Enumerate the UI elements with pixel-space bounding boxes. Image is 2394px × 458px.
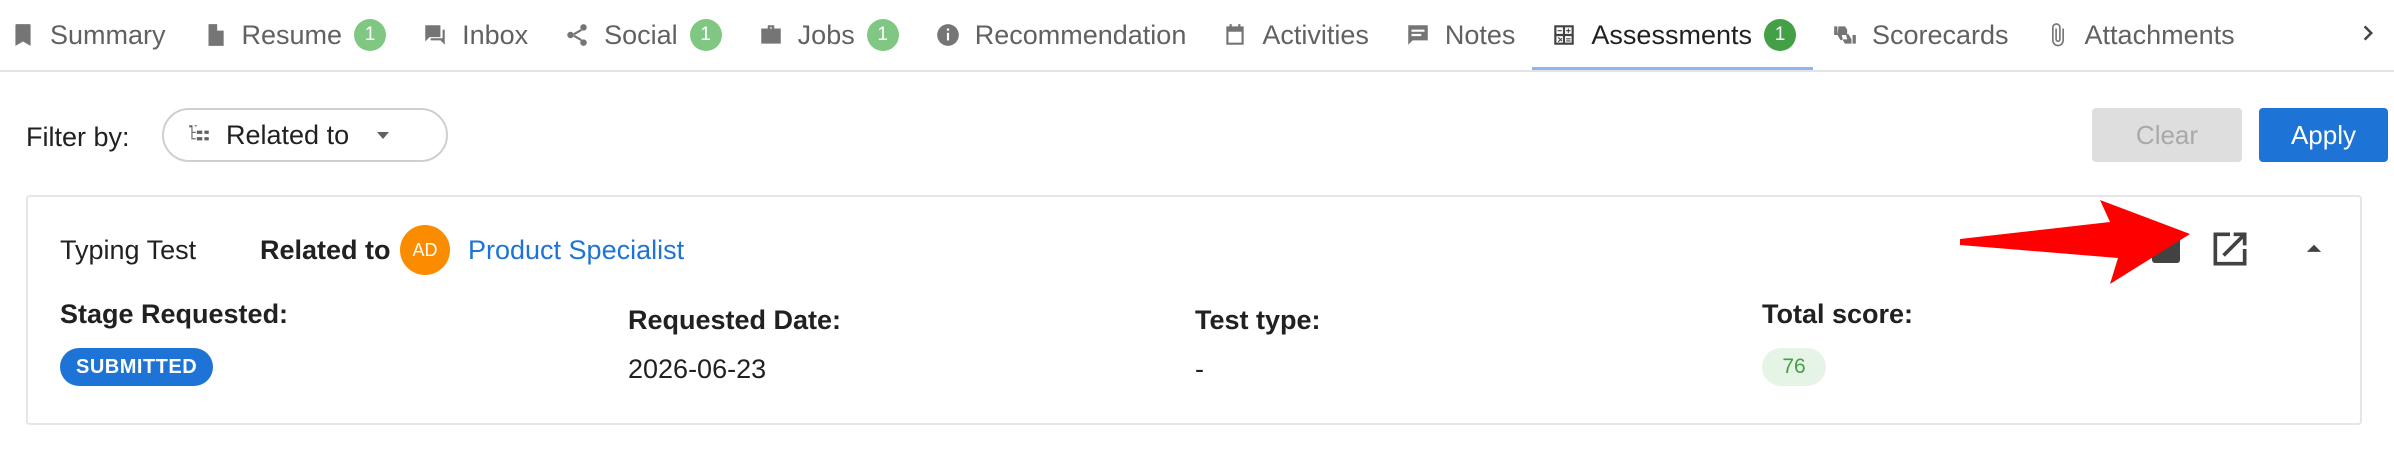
- filter-selected-value: Related to: [226, 119, 350, 150]
- tab-label: Recommendation: [974, 19, 1187, 50]
- related-job-link[interactable]: Product Specialist: [468, 235, 684, 266]
- tab-label: Scorecards: [1871, 19, 2009, 50]
- tab-label: Summary: [50, 19, 166, 50]
- filter-label: Filter by:: [26, 122, 130, 152]
- paperclip-icon: [2043, 20, 2073, 50]
- tab-summary[interactable]: Summary: [0, 0, 183, 70]
- tab-label: Assessments: [1591, 19, 1752, 50]
- count-badge: 1: [689, 19, 722, 51]
- field-label: Requested Date:: [628, 305, 842, 335]
- open-in-new-icon: [2213, 232, 2247, 266]
- tab-activities[interactable]: Activities: [1203, 0, 1386, 70]
- assessment-title: Typing Test: [60, 235, 197, 265]
- document-icon: [200, 20, 230, 50]
- field-label: Total score:: [1762, 299, 1914, 329]
- status-badge: SUBMITTED: [60, 348, 214, 386]
- bookmark-icon: [8, 20, 38, 50]
- info-icon: [933, 20, 963, 50]
- field-total-score: Total score: 76: [1762, 299, 1913, 386]
- field-label: Stage Requested:: [60, 299, 289, 329]
- tab-label: Resume: [241, 19, 343, 50]
- tab-label: Social: [604, 19, 678, 50]
- tab-label: Notes: [1444, 19, 1516, 50]
- tab-jobs[interactable]: Jobs 1: [739, 0, 916, 70]
- field-value: 2026-06-23: [628, 354, 767, 384]
- filter-dropdown[interactable]: Related to: [162, 108, 448, 162]
- tab-scorecards[interactable]: Scorecards: [1813, 0, 2026, 70]
- tab-scroll-right-button[interactable]: [2342, 0, 2394, 70]
- caret-down-icon: [371, 123, 395, 147]
- field-requested-date: Requested Date: 2026-06-23: [628, 305, 841, 385]
- tab-list: Summary Resume 1 Inbox Social 1 Jobs 1 R…: [0, 0, 2252, 70]
- chat-icon: [420, 20, 450, 50]
- calendar-icon: [1220, 20, 1250, 50]
- share-icon: [562, 20, 592, 50]
- caret-up-icon: [2306, 244, 2322, 252]
- field-stage: Stage Requested: SUBMITTED: [60, 299, 288, 386]
- field-value: -: [1195, 354, 1204, 384]
- tab-recommendation[interactable]: Recommendation: [916, 0, 1204, 70]
- tab-inbox[interactable]: Inbox: [403, 0, 545, 70]
- collapse-toggle-button[interactable]: [2294, 229, 2334, 269]
- filter-row: Filter by: Related to Clear Apply: [26, 108, 2388, 164]
- avatar: AD: [400, 225, 450, 275]
- tab-resume[interactable]: Resume 1: [183, 0, 404, 70]
- tab-bar: Summary Resume 1 Inbox Social 1 Jobs 1 R…: [0, 0, 2394, 72]
- count-badge: 1: [354, 19, 387, 51]
- apply-button[interactable]: Apply: [2259, 108, 2388, 162]
- thumbs-icon: [1830, 20, 1860, 50]
- tree-structure-icon: [186, 122, 212, 148]
- open-external-button[interactable]: [2206, 225, 2254, 273]
- clear-button[interactable]: Clear: [2092, 108, 2242, 162]
- note-icon: [1403, 20, 1433, 50]
- briefcase-icon: [756, 20, 786, 50]
- tab-label: Activities: [1262, 19, 1369, 50]
- tab-assessments[interactable]: Assessments 1: [1532, 0, 1813, 70]
- tab-label: Jobs: [797, 19, 855, 50]
- tab-attachments[interactable]: Attachments: [2026, 0, 2252, 70]
- tab-label: Inbox: [462, 19, 529, 50]
- card-action-icon[interactable]: [2152, 235, 2180, 263]
- count-badge: 1: [866, 19, 899, 51]
- assessment-card: Typing Test Related to AD Product Specia…: [26, 195, 2362, 425]
- count-badge: 1: [1763, 19, 1796, 51]
- field-test-type: Test type: -: [1195, 305, 1321, 385]
- chevron-right-icon: [2353, 18, 2383, 53]
- score-badge: 76: [1762, 348, 1826, 386]
- field-label: Test type:: [1195, 305, 1321, 335]
- tab-notes[interactable]: Notes: [1386, 0, 1533, 70]
- tab-social[interactable]: Social 1: [545, 0, 739, 70]
- tab-label: Attachments: [2084, 19, 2235, 50]
- related-to-label: Related to: [260, 235, 391, 265]
- calculator-icon: [1549, 20, 1579, 50]
